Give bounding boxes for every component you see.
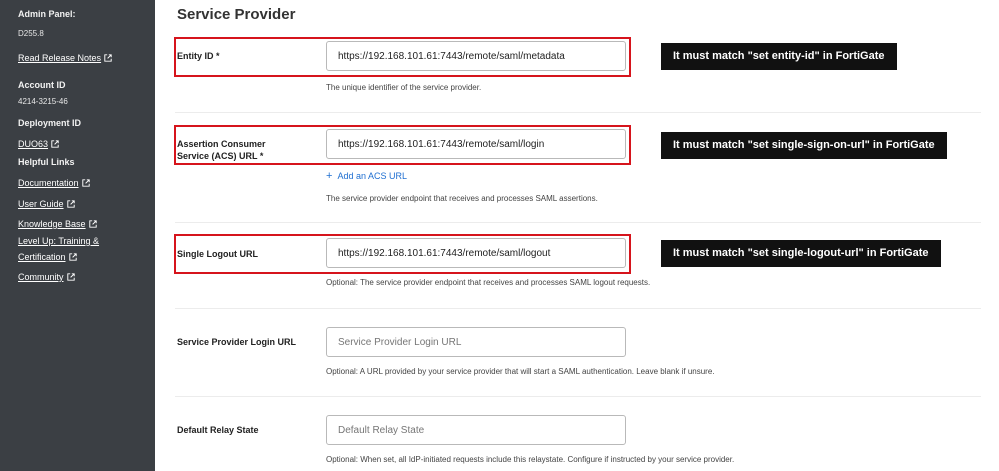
user-guide-link[interactable]: User Guide — [18, 194, 75, 212]
helpful-links-label: Helpful Links — [18, 157, 75, 167]
sidebar: Admin Panel: D255.8 Read Release Notes A… — [0, 0, 155, 471]
sp-login-url-input[interactable] — [326, 327, 626, 357]
external-link-icon — [66, 273, 75, 281]
deployment-id-link[interactable]: DUO63 — [18, 134, 59, 152]
community-label: Community — [18, 272, 64, 282]
plus-icon: + — [326, 170, 333, 182]
external-link-icon — [68, 253, 77, 261]
release-notes-link[interactable]: Read Release Notes — [18, 48, 112, 66]
relay-state-label: Default Relay State — [177, 425, 259, 435]
add-acs-url-label: Add an ACS URL — [337, 171, 407, 181]
external-link-icon — [51, 140, 59, 148]
documentation-link[interactable]: Documentation — [18, 173, 90, 191]
sp-login-url-label: Service Provider Login URL — [177, 337, 297, 347]
release-notes-label: Read Release Notes — [18, 53, 102, 63]
external-link-icon — [104, 54, 112, 62]
entity-id-highlight — [174, 37, 631, 77]
knowledge-base-label: Knowledge Base — [18, 219, 86, 229]
admin-panel-version: D255.8 — [18, 29, 44, 38]
level-up-label-line1: Level Up: Training & — [18, 236, 100, 246]
logout-url-callout: It must match "set single-logout-url" in… — [661, 240, 941, 267]
external-link-icon — [66, 200, 75, 208]
sso-url-callout: It must match "set single-sign-on-url" i… — [661, 132, 947, 159]
service-provider-panel: Service Provider Entity ID * The unique … — [155, 0, 999, 471]
add-acs-url-link[interactable]: + Add an ACS URL — [326, 170, 407, 182]
divider — [175, 222, 981, 223]
entity-id-help: The unique identifier of the service pro… — [326, 83, 482, 92]
logout-url-help: Optional: The service provider endpoint … — [326, 278, 651, 287]
external-link-icon — [81, 179, 90, 187]
page-title: Service Provider — [177, 6, 296, 23]
sp-login-url-help: Optional: A URL provided by your service… — [326, 367, 715, 376]
relay-state-help: Optional: When set, all IdP-initiated re… — [326, 455, 735, 464]
divider — [175, 112, 981, 113]
deployment-id-label: Deployment ID — [18, 118, 82, 128]
level-up-label-line2: Certification — [18, 252, 66, 262]
account-id-value: 4214-3215-46 — [18, 97, 68, 106]
account-id-label: Account ID — [18, 80, 66, 90]
acs-url-highlight — [174, 125, 631, 165]
deployment-id-value: DUO63 — [18, 139, 49, 149]
entity-id-callout: It must match "set entity-id" in FortiGa… — [661, 43, 897, 70]
logout-url-highlight — [174, 234, 631, 274]
level-up-link[interactable]: Level Up: Training & Certification — [18, 236, 99, 265]
acs-url-help: The service provider endpoint that recei… — [326, 194, 598, 203]
knowledge-base-link[interactable]: Knowledge Base — [18, 214, 97, 232]
divider — [175, 308, 981, 309]
relay-state-input[interactable] — [326, 415, 626, 445]
documentation-label: Documentation — [18, 178, 79, 188]
admin-panel-label: Admin Panel: — [18, 9, 76, 19]
divider — [175, 396, 981, 397]
community-link[interactable]: Community — [18, 267, 75, 285]
external-link-icon — [88, 220, 97, 228]
user-guide-label: User Guide — [18, 199, 64, 209]
